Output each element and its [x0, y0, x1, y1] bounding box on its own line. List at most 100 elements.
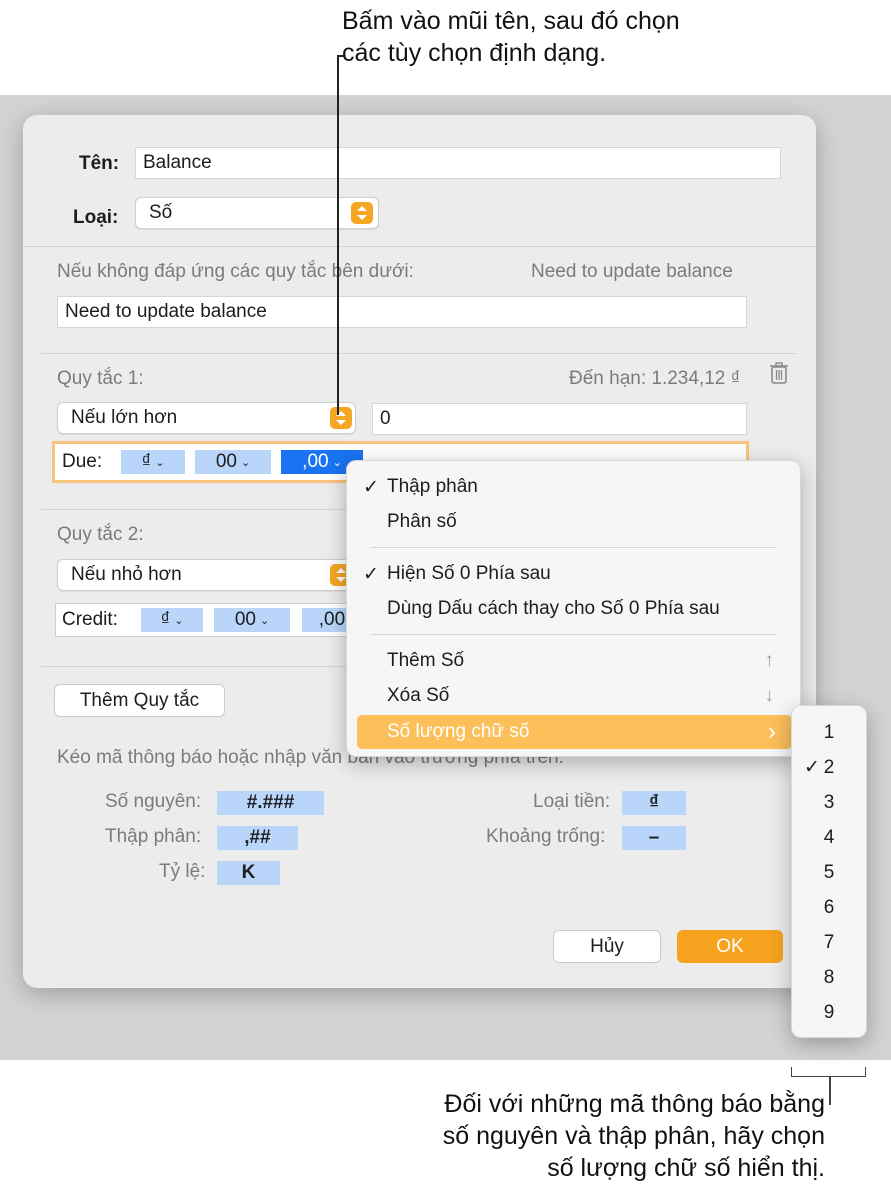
rule1-value-field[interactable]: 0 — [372, 403, 747, 435]
submenu-item-9[interactable]: 9 — [792, 995, 866, 1030]
chevron-down-icon: ⌄ — [240, 456, 251, 469]
integer-token-label: 00 — [234, 609, 256, 630]
bottom-callout-line1: Đối với những mã thông báo bằng — [444, 1090, 825, 1118]
checkmark-icon: ✓ — [363, 476, 379, 498]
rule2-format-prefix: Credit: — [62, 609, 118, 630]
rule1-value: 0 — [380, 408, 391, 429]
divider — [41, 353, 796, 354]
menu-divider — [371, 547, 776, 548]
menu-item-spaces-for-zeros[interactable]: Dùng Dấu cách thay cho Số 0 Phía sau — [347, 594, 800, 624]
chevron-right-icon: › — [768, 718, 776, 745]
menu-item-add-digit[interactable]: Thêm Số ↑ — [347, 646, 800, 676]
submenu-item-1[interactable]: 1 — [792, 715, 866, 750]
fallback-value: Need to update balance — [65, 301, 267, 322]
divider — [23, 246, 816, 247]
decimal-token-label: ,00 — [302, 451, 329, 472]
chevron-down-icon: ⌄ — [174, 614, 184, 627]
rule2-condition: Nếu nhỏ hơn — [71, 564, 182, 585]
submenu-item-3[interactable]: 3 — [792, 785, 866, 820]
submenu-item-label: 9 — [823, 1001, 835, 1023]
callout-leader-line — [829, 1077, 831, 1105]
submenu-item-label: 8 — [823, 966, 835, 988]
submenu-item-label: 6 — [823, 896, 835, 918]
cancel-button[interactable]: Hủy — [553, 930, 661, 963]
menu-item-show-trailing-zeros[interactable]: ✓ Hiện Số 0 Phía sau — [347, 559, 800, 589]
rule1-stepper-icon[interactable] — [330, 407, 352, 429]
submenu-item-5[interactable]: 5 — [792, 855, 866, 890]
currency-token[interactable]: ₫ ⌄ — [121, 450, 185, 474]
integer-token-label: 00 — [215, 451, 237, 472]
decimal-legend-label: Thập phân: — [105, 826, 202, 847]
submenu-item-8[interactable]: 8 — [792, 960, 866, 995]
submenu-item-2[interactable]: ✓ 2 — [792, 750, 866, 785]
bottom-callout-line2: số nguyên và thập phân, hãy chọn — [442, 1122, 825, 1150]
arrow-down-icon: ↓ — [764, 685, 775, 706]
fallback-preview: Need to update balance — [531, 261, 733, 282]
callout-leader-line — [337, 55, 339, 415]
rule1-title: Quy tắc 1: — [57, 368, 144, 389]
rule1-condition-popup[interactable]: Nếu lớn hơn — [57, 402, 356, 434]
menu-item-label: Hiện Số 0 Phía sau — [387, 563, 551, 584]
menu-divider — [371, 634, 776, 635]
digit-count-submenu: 1 ✓ 2 3 4 5 6 7 8 9 — [791, 705, 867, 1038]
currency-token-label: ₫ — [141, 451, 152, 472]
submenu-item-7[interactable]: 7 — [792, 925, 866, 960]
rule2-format-field[interactable]: Credit: ₫ ⌄ 00 ⌄ ,00 — [55, 603, 362, 637]
token-format-menu: ✓ Thập phân Phân số ✓ Hiện Số 0 Phía sau… — [346, 460, 801, 757]
currency-legend-token[interactable]: ₫ — [622, 791, 686, 815]
decimal-legend-token[interactable]: ,## — [217, 826, 298, 850]
menu-item-label: Phân số — [387, 511, 457, 532]
menu-item-decimal[interactable]: ✓ Thập phân — [347, 472, 800, 502]
rule2-condition-popup[interactable]: Nếu nhỏ hơn — [57, 559, 356, 591]
menu-item-label: Số lượng chữ số — [387, 721, 530, 742]
submenu-item-6[interactable]: 6 — [792, 890, 866, 925]
rule1-format-prefix: Due: — [62, 451, 103, 472]
submenu-item-4[interactable]: 4 — [792, 820, 866, 855]
menu-item-label: Thập phân — [387, 476, 478, 497]
add-rule-button[interactable]: Thêm Quy tắc — [54, 684, 225, 717]
type-value: Số — [149, 202, 173, 223]
chevron-down-icon: ⌄ — [259, 614, 270, 627]
fallback-field[interactable]: Need to update balance — [57, 296, 747, 328]
type-popup[interactable]: Số — [135, 197, 379, 229]
scale-legend-token[interactable]: K — [217, 861, 280, 885]
menu-item-label: Xóa Số — [387, 685, 450, 706]
rule1-preview: Đến hạn: 1.234,12 ₫ — [569, 368, 741, 389]
submenu-item-label: 7 — [823, 931, 835, 953]
submenu-item-label: 2 — [823, 756, 835, 778]
type-label: Loại: — [73, 207, 119, 228]
checkmark-icon: ✓ — [363, 563, 379, 585]
checkmark-icon: ✓ — [804, 757, 820, 778]
submenu-item-label: 4 — [823, 826, 835, 848]
arrow-up-icon: ↑ — [764, 650, 775, 671]
rule1-condition: Nếu lớn hơn — [71, 407, 178, 428]
menu-item-fraction[interactable]: Phân số — [347, 507, 800, 537]
menu-item-digit-count[interactable]: Số lượng chữ số › — [357, 715, 792, 749]
rule2-title: Quy tắc 2: — [57, 524, 144, 545]
type-stepper-icon[interactable] — [351, 202, 373, 224]
menu-item-label: Dùng Dấu cách thay cho Số 0 Phía sau — [387, 598, 720, 619]
top-callout: Bấm vào mũi tên, sau đó chọn các tùy chọ… — [342, 5, 862, 69]
space-legend-label: Khoảng trống: — [486, 826, 606, 847]
top-callout-line1: Bấm vào mũi tên, sau đó chọn — [342, 7, 680, 35]
ok-button[interactable]: OK — [677, 930, 783, 963]
menu-item-label: Thêm Số — [387, 650, 465, 671]
bottom-callout: Đối với những mã thông báo bằng số nguyê… — [330, 1088, 825, 1184]
scale-legend-label: Tỷ lệ: — [159, 861, 206, 882]
name-field[interactable]: Balance — [135, 147, 781, 179]
fallback-label: Nếu không đáp ứng các quy tắc bên dưới: — [57, 261, 414, 282]
currency-token-label: ₫ — [160, 609, 171, 630]
top-callout-line2: các tùy chọn định dạng. — [342, 39, 607, 67]
currency-token[interactable]: ₫ ⌄ — [141, 608, 203, 632]
integer-token[interactable]: 00 ⌄ — [214, 608, 290, 632]
space-legend-token[interactable]: – — [622, 826, 686, 850]
name-label: Tên: — [79, 153, 120, 174]
menu-item-remove-digit[interactable]: Xóa Số ↓ — [347, 681, 800, 711]
callout-bracket — [791, 1067, 866, 1077]
integer-legend-token[interactable]: #.### — [217, 791, 324, 815]
integer-token[interactable]: 00 ⌄ — [195, 450, 271, 474]
currency-legend-label: Loại tiền: — [533, 791, 611, 812]
submenu-item-label: 1 — [823, 721, 835, 743]
trash-icon[interactable] — [769, 362, 789, 384]
chevron-down-icon: ⌄ — [155, 456, 165, 469]
